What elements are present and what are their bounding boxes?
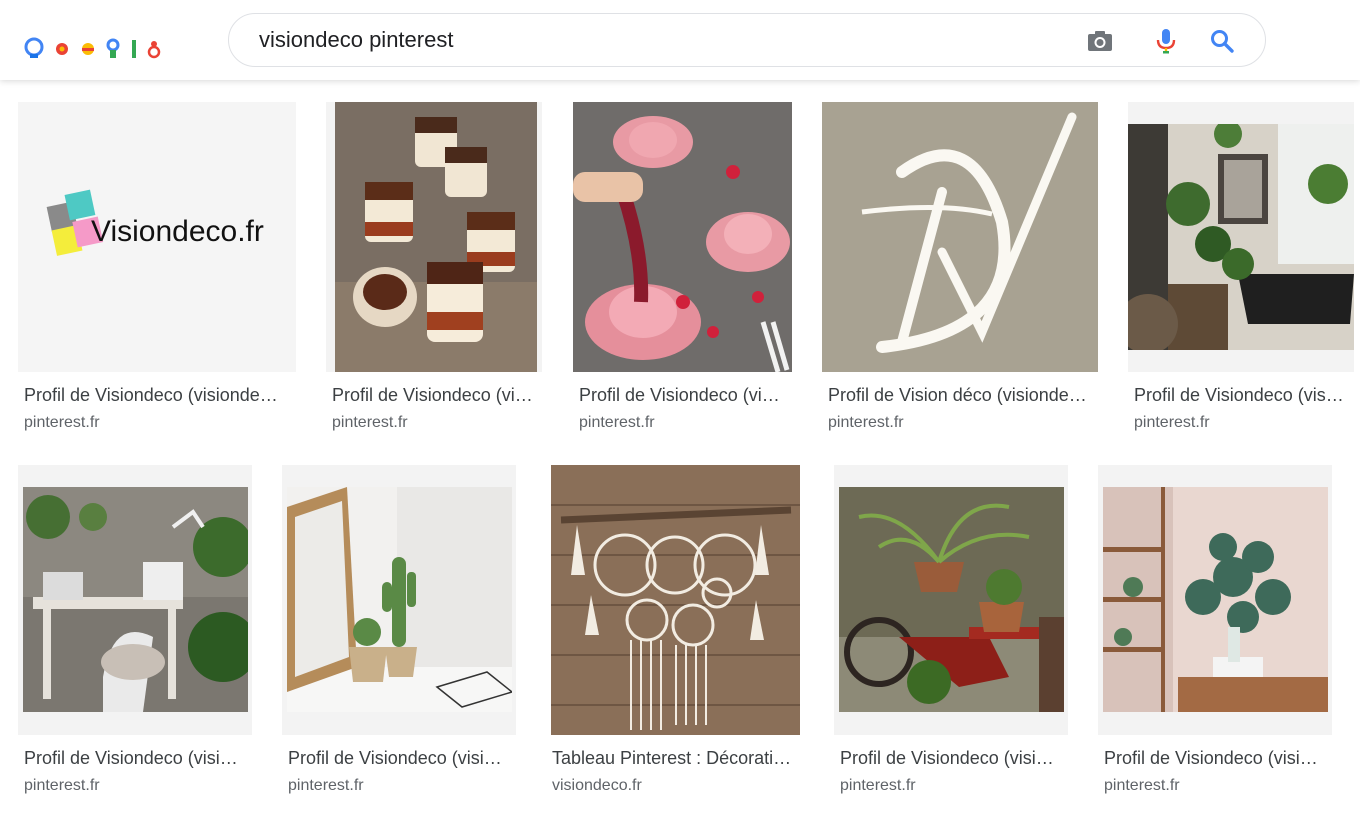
result-source[interactable]: pinterest.fr xyxy=(24,414,100,432)
result-title[interactable]: Profil de Visiondeco (vi… xyxy=(332,385,542,406)
result-title[interactable]: Profil de Visiondeco (visi… xyxy=(288,748,512,769)
result-title[interactable]: Profil de Visiondeco (vi… xyxy=(579,385,789,406)
desk-plants-photo xyxy=(23,487,248,712)
mirror-cactus-photo xyxy=(287,487,512,712)
visiondeco-logo-image: Visiondeco.fr xyxy=(18,102,296,372)
bathroom-plants-photo xyxy=(1128,124,1354,350)
result-title[interactable]: Profil de Vision déco (visionde… xyxy=(828,385,1094,406)
result-thumbnail[interactable] xyxy=(18,465,252,735)
image-result[interactable]: Tableau Pinterest : Décorati… visiondeco… xyxy=(551,465,800,805)
search-input[interactable] xyxy=(259,24,1079,56)
image-result[interactable]: Profil de Visiondeco (vis… pinterest.fr xyxy=(1128,102,1354,442)
result-thumbnail[interactable] xyxy=(282,465,516,735)
result-source[interactable]: visiondeco.fr xyxy=(552,777,642,795)
result-source[interactable]: pinterest.fr xyxy=(828,414,904,432)
image-result[interactable]: Profil de Visiondeco (visi… pinterest.fr xyxy=(1098,465,1332,805)
result-thumbnail[interactable] xyxy=(551,465,800,735)
result-title[interactable]: Profil de Visiondeco (vis… xyxy=(1134,385,1350,406)
raspberry-dessert-photo xyxy=(573,102,792,372)
microphone-icon[interactable] xyxy=(1151,26,1181,56)
result-title[interactable]: Tableau Pinterest : Décorati… xyxy=(552,748,797,769)
result-title[interactable]: Profil de Visiondeco (visionde… xyxy=(24,385,290,406)
result-title[interactable]: Profil de Visiondeco (visi… xyxy=(24,748,248,769)
search-icon[interactable] xyxy=(1207,26,1237,56)
result-thumbnail[interactable] xyxy=(1128,102,1354,372)
svg-text:Visiondeco.fr: Visiondeco.fr xyxy=(91,215,264,248)
dessert-photo xyxy=(335,102,537,372)
image-result[interactable]: Profil de Visiondeco (vi… pinterest.fr xyxy=(326,102,542,442)
image-result[interactable]: Visiondeco.fr Profil de Visiondeco (visi… xyxy=(18,102,296,442)
image-result[interactable]: Profil de Visiondeco (visi… pinterest.fr xyxy=(282,465,516,805)
monogram-logo-image xyxy=(822,102,1098,372)
result-source[interactable]: pinterest.fr xyxy=(1134,414,1210,432)
result-thumbnail[interactable] xyxy=(1098,465,1332,735)
bicycle-planter-photo xyxy=(839,487,1064,712)
image-result[interactable]: Profil de Visiondeco (visi… pinterest.fr xyxy=(834,465,1068,805)
result-source[interactable]: pinterest.fr xyxy=(24,777,100,795)
result-title[interactable]: Profil de Visiondeco (visi… xyxy=(1104,748,1328,769)
result-source[interactable]: pinterest.fr xyxy=(1104,777,1180,795)
search-header xyxy=(0,0,1360,80)
result-thumbnail[interactable] xyxy=(822,102,1098,372)
result-thumbnail[interactable] xyxy=(573,102,792,372)
result-thumbnail[interactable] xyxy=(834,465,1068,735)
image-result[interactable]: Profil de Vision déco (visionde… pintere… xyxy=(822,102,1098,442)
result-source[interactable]: pinterest.fr xyxy=(840,777,916,795)
camera-icon[interactable] xyxy=(1085,26,1115,56)
search-box[interactable] xyxy=(228,13,1266,67)
result-thumbnail[interactable]: Visiondeco.fr xyxy=(18,102,296,372)
result-source[interactable]: pinterest.fr xyxy=(332,414,408,432)
result-source[interactable]: pinterest.fr xyxy=(579,414,655,432)
result-title[interactable]: Profil de Visiondeco (visi… xyxy=(840,748,1064,769)
result-thumbnail[interactable] xyxy=(326,102,542,372)
google-doodle-logo[interactable] xyxy=(24,34,164,60)
image-result[interactable]: Profil de Visiondeco (vi… pinterest.fr xyxy=(573,102,792,442)
result-source[interactable]: pinterest.fr xyxy=(288,777,364,795)
image-result[interactable]: Profil de Visiondeco (visi… pinterest.fr xyxy=(18,465,252,805)
eucalyptus-shelves-photo xyxy=(1103,487,1328,712)
dreamcatcher-photo xyxy=(551,465,800,735)
